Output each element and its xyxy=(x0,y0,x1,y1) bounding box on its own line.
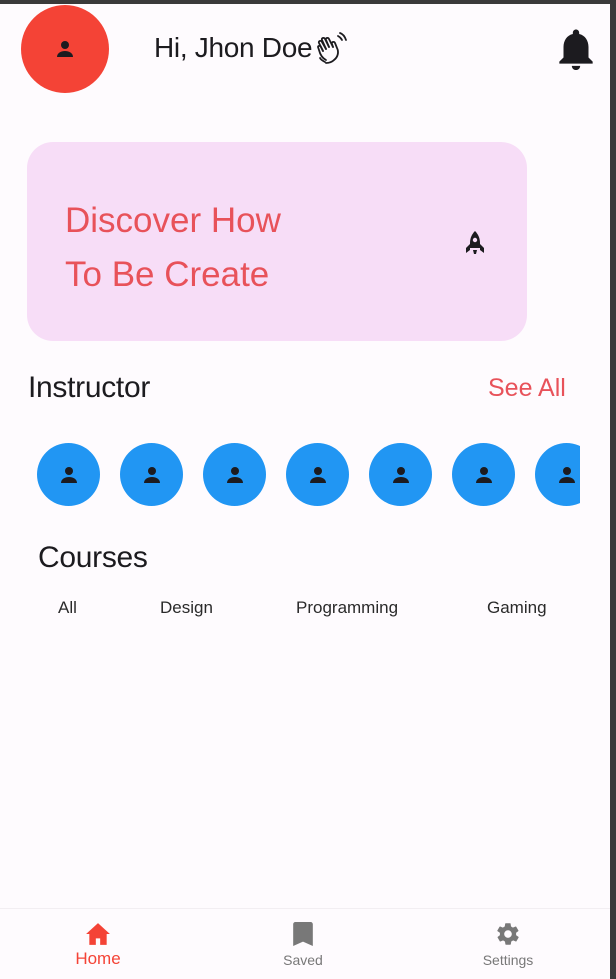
nav-settings-label: Settings xyxy=(482,952,534,968)
person-icon xyxy=(392,466,409,483)
profile-avatar[interactable] xyxy=(21,5,109,93)
see-all-link[interactable]: See All xyxy=(488,374,566,403)
rocket-icon xyxy=(463,230,487,263)
notification-button[interactable] xyxy=(556,28,596,77)
instructor-avatar[interactable] xyxy=(452,443,515,506)
person-icon xyxy=(475,466,492,483)
nav-settings[interactable]: Settings xyxy=(448,909,568,979)
tab-gaming[interactable]: Gaming xyxy=(487,598,547,618)
app-screen: Hi, Jhon Doe Discover How To Be Create I… xyxy=(0,4,610,979)
tab-programming[interactable]: Programming xyxy=(296,598,398,618)
banner-line-1: Discover How xyxy=(65,201,281,240)
greeting-text: Hi, Jhon Doe xyxy=(154,32,313,63)
tab-all[interactable]: All xyxy=(58,598,77,618)
instructor-avatar[interactable] xyxy=(535,443,580,506)
instructor-list[interactable] xyxy=(37,443,580,507)
nav-saved-label: Saved xyxy=(283,952,323,968)
waving-hand-icon xyxy=(317,32,348,64)
header: Hi, Jhon Doe xyxy=(0,4,610,104)
instructor-heading: Instructor xyxy=(28,371,151,404)
banner-line-2: To Be Create xyxy=(65,255,270,294)
nav-saved[interactable]: Saved xyxy=(243,909,363,979)
bottom-navigation: Home Saved Settings xyxy=(0,908,610,979)
person-icon xyxy=(226,466,243,483)
bookmark-icon xyxy=(293,922,313,946)
instructor-avatar[interactable] xyxy=(369,443,432,506)
person-icon xyxy=(558,466,575,483)
gear-icon xyxy=(497,923,519,945)
courses-heading: Courses xyxy=(38,541,148,574)
person-icon xyxy=(309,466,326,483)
person-icon xyxy=(57,41,73,57)
instructor-avatar[interactable] xyxy=(120,443,183,506)
nav-home[interactable]: Home xyxy=(38,909,158,979)
tab-design[interactable]: Design xyxy=(160,598,213,618)
bell-icon xyxy=(559,29,593,70)
home-icon xyxy=(86,923,110,945)
promo-banner[interactable]: Discover How To Be Create xyxy=(27,142,527,341)
banner-headline: Discover How To Be Create xyxy=(65,194,365,302)
instructor-avatar[interactable] xyxy=(286,443,349,506)
instructor-avatar[interactable] xyxy=(37,443,100,506)
person-icon xyxy=(60,466,77,483)
instructor-avatar[interactable] xyxy=(203,443,266,506)
greeting: Hi, Jhon Doe xyxy=(154,30,350,66)
nav-home-label: Home xyxy=(75,949,121,968)
person-icon xyxy=(143,466,160,483)
